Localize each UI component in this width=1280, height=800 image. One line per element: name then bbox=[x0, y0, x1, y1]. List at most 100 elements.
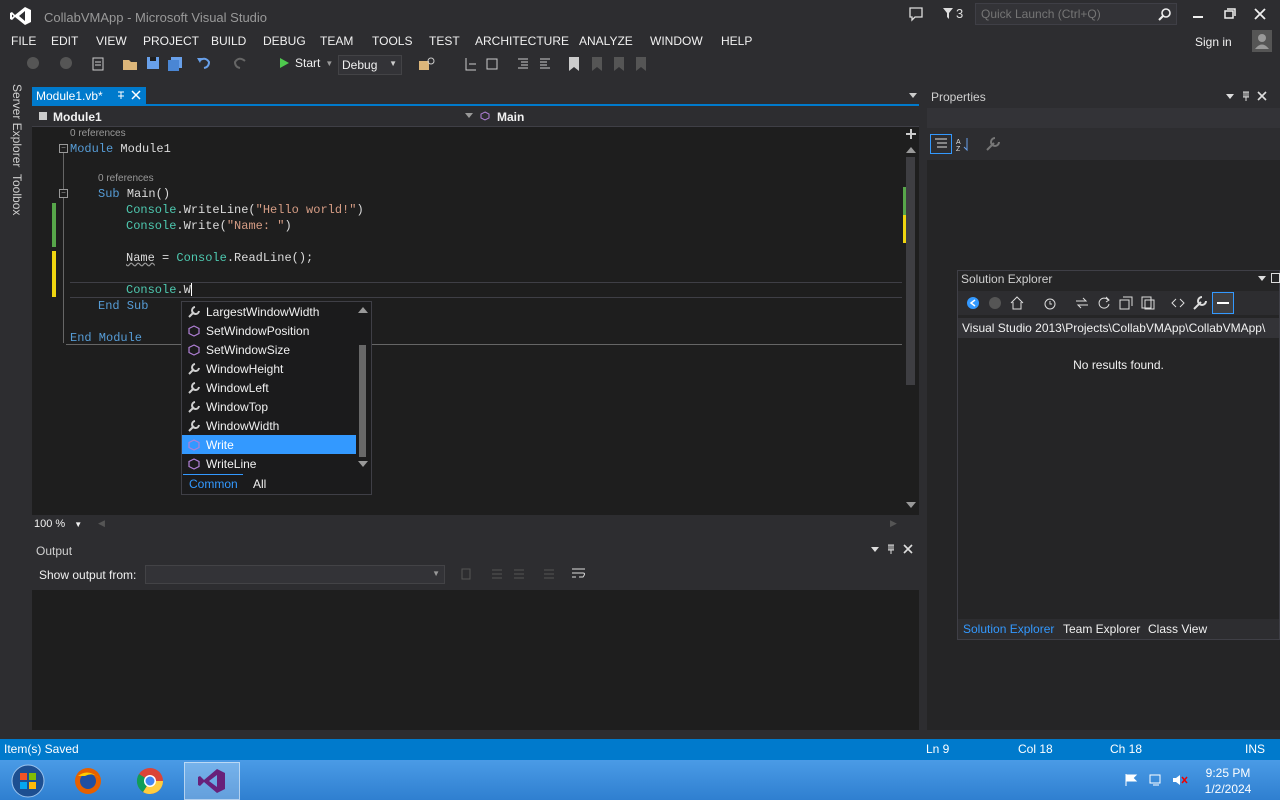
pin-icon[interactable] bbox=[1241, 90, 1251, 102]
undo-icon[interactable] bbox=[196, 56, 212, 70]
scrollbar-thumb[interactable] bbox=[359, 345, 366, 457]
pin-icon[interactable] bbox=[116, 89, 126, 101]
window-options-icon[interactable] bbox=[1257, 274, 1267, 282]
next-message-icon[interactable] bbox=[512, 567, 526, 581]
clear-all-icon[interactable] bbox=[542, 567, 556, 581]
completion-item[interactable]: WindowTop bbox=[182, 397, 356, 416]
close-window-button[interactable] bbox=[1245, 4, 1275, 24]
scroll-left-icon[interactable]: ◀ bbox=[98, 518, 105, 529]
close-panel-icon[interactable] bbox=[903, 544, 913, 554]
next-bookmark-icon[interactable] bbox=[612, 56, 626, 72]
pending-changes-filter-icon[interactable] bbox=[1042, 295, 1058, 311]
sync-icon[interactable] bbox=[1074, 295, 1090, 311]
indent-icon[interactable] bbox=[515, 56, 531, 72]
alphabetical-icon[interactable]: AZ bbox=[956, 136, 972, 152]
quick-launch-box[interactable] bbox=[975, 3, 1177, 25]
type-dropdown[interactable]: Module1 bbox=[53, 110, 102, 124]
step-over-icon[interactable] bbox=[484, 56, 500, 72]
volume-muted-icon[interactable] bbox=[1172, 773, 1188, 787]
outdent-icon[interactable] bbox=[537, 56, 553, 72]
tab-common[interactable]: Common bbox=[189, 477, 238, 491]
find-in-files-icon[interactable] bbox=[418, 56, 436, 72]
bookmark-icon[interactable] bbox=[567, 56, 581, 72]
sign-in-link[interactable]: Sign in bbox=[1195, 35, 1232, 49]
prev-message-icon[interactable] bbox=[490, 567, 504, 581]
save-icon[interactable] bbox=[146, 56, 160, 70]
visual-studio-logo-icon[interactable] bbox=[10, 6, 32, 26]
find-message-icon[interactable] bbox=[460, 567, 476, 581]
scroll-up-icon[interactable] bbox=[358, 307, 368, 313]
scroll-right-icon[interactable]: ▶ bbox=[890, 518, 897, 529]
tab-team-explorer[interactable]: Team Explorer bbox=[1063, 622, 1140, 636]
document-tab[interactable]: Module1.vb* bbox=[32, 87, 146, 105]
split-icon[interactable] bbox=[906, 129, 916, 139]
completion-item[interactable]: LargestWindowWidth bbox=[182, 302, 356, 321]
minimize-button[interactable] bbox=[1183, 4, 1213, 24]
window-options-icon[interactable] bbox=[870, 545, 880, 553]
menu-team[interactable]: TEAM bbox=[320, 34, 353, 48]
collapse-all-icon[interactable] bbox=[1118, 295, 1134, 311]
code-editor[interactable]: − − 0 references Module Module1 0 refere… bbox=[32, 127, 902, 515]
user-avatar-icon[interactable] bbox=[1252, 30, 1272, 52]
zoom-level-dropdown[interactable]: 100 % ▼ bbox=[34, 518, 82, 530]
preview-selected-items-icon[interactable] bbox=[1212, 292, 1234, 314]
restore-button[interactable] bbox=[1214, 4, 1244, 24]
menu-architecture[interactable]: ARCHITECTURE bbox=[475, 34, 569, 48]
tab-solution-explorer[interactable]: Solution Explorer bbox=[963, 622, 1054, 636]
properties-object-select[interactable] bbox=[927, 108, 1280, 128]
menu-build[interactable]: BUILD bbox=[211, 34, 246, 48]
close-panel-icon[interactable] bbox=[1257, 91, 1267, 101]
solution-search-box[interactable]: Visual Studio 2013\Projects\CollabVMApp\… bbox=[958, 318, 1279, 338]
completion-item[interactable]: WindowWidth bbox=[182, 416, 356, 435]
new-project-icon[interactable] bbox=[90, 56, 106, 72]
tab-class-view[interactable]: Class View bbox=[1148, 622, 1207, 636]
search-icon[interactable] bbox=[1158, 7, 1172, 21]
solution-configuration-select[interactable]: Debug ▼ bbox=[338, 55, 402, 75]
close-tab-icon[interactable] bbox=[131, 89, 141, 101]
output-source-select[interactable]: ▼ bbox=[145, 565, 445, 584]
chevron-down-icon[interactable] bbox=[465, 113, 473, 119]
feedback-flag[interactable]: 3 bbox=[942, 6, 963, 21]
menu-project[interactable]: PROJECT bbox=[143, 34, 199, 48]
action-center-flag-icon[interactable] bbox=[1124, 773, 1138, 787]
completion-scrollbar[interactable] bbox=[356, 303, 370, 469]
tab-toolbox[interactable]: Toolbox bbox=[10, 174, 24, 215]
completion-item[interactable]: WriteLine bbox=[182, 454, 356, 473]
editor-vertical-scrollbar[interactable] bbox=[902, 127, 919, 515]
output-text-area[interactable] bbox=[32, 590, 919, 730]
tab-all[interactable]: All bbox=[253, 477, 266, 491]
visual-studio-taskbar-button[interactable] bbox=[184, 762, 240, 800]
categorized-icon[interactable] bbox=[930, 134, 952, 154]
clear-bookmarks-icon[interactable] bbox=[634, 56, 648, 72]
menu-view[interactable]: VIEW bbox=[96, 34, 127, 48]
code-lens-references[interactable]: 0 references bbox=[98, 173, 154, 184]
start-debugging-button[interactable]: Start ▼ bbox=[278, 56, 333, 70]
maximize-panel-icon[interactable] bbox=[1271, 273, 1280, 283]
menu-debug[interactable]: DEBUG bbox=[263, 34, 306, 48]
start-button[interactable] bbox=[0, 762, 56, 800]
home-icon[interactable] bbox=[1009, 295, 1025, 311]
navigate-back-icon[interactable] bbox=[26, 56, 40, 70]
chrome-taskbar-button[interactable] bbox=[122, 762, 178, 800]
property-pages-icon[interactable] bbox=[985, 136, 1001, 152]
window-options-icon[interactable] bbox=[1225, 92, 1235, 100]
forward-icon[interactable] bbox=[988, 296, 1002, 310]
menu-analyze[interactable]: ANALYZE bbox=[579, 34, 633, 48]
menu-test[interactable]: TEST bbox=[429, 34, 460, 48]
menu-window[interactable]: WINDOW bbox=[650, 34, 703, 48]
scrollbar-thumb[interactable] bbox=[906, 157, 915, 385]
quick-launch-input[interactable] bbox=[976, 4, 1146, 24]
code-lens-references[interactable]: 0 references bbox=[70, 128, 126, 139]
firefox-taskbar-button[interactable] bbox=[60, 762, 116, 800]
completion-item[interactable]: Write bbox=[182, 435, 356, 454]
completion-item[interactable]: SetWindowSize bbox=[182, 340, 356, 359]
collapse-module-icon[interactable]: − bbox=[59, 144, 68, 153]
open-file-icon[interactable] bbox=[122, 56, 140, 72]
refresh-icon[interactable] bbox=[1096, 295, 1112, 311]
scroll-up-icon[interactable] bbox=[906, 147, 916, 153]
pin-icon[interactable] bbox=[886, 543, 896, 555]
menu-help[interactable]: HELP bbox=[721, 34, 752, 48]
view-code-icon[interactable] bbox=[1170, 295, 1186, 311]
redo-icon[interactable] bbox=[232, 56, 248, 70]
taskbar-clock[interactable]: 9:25 PM 1/2/2024 bbox=[1198, 765, 1258, 797]
